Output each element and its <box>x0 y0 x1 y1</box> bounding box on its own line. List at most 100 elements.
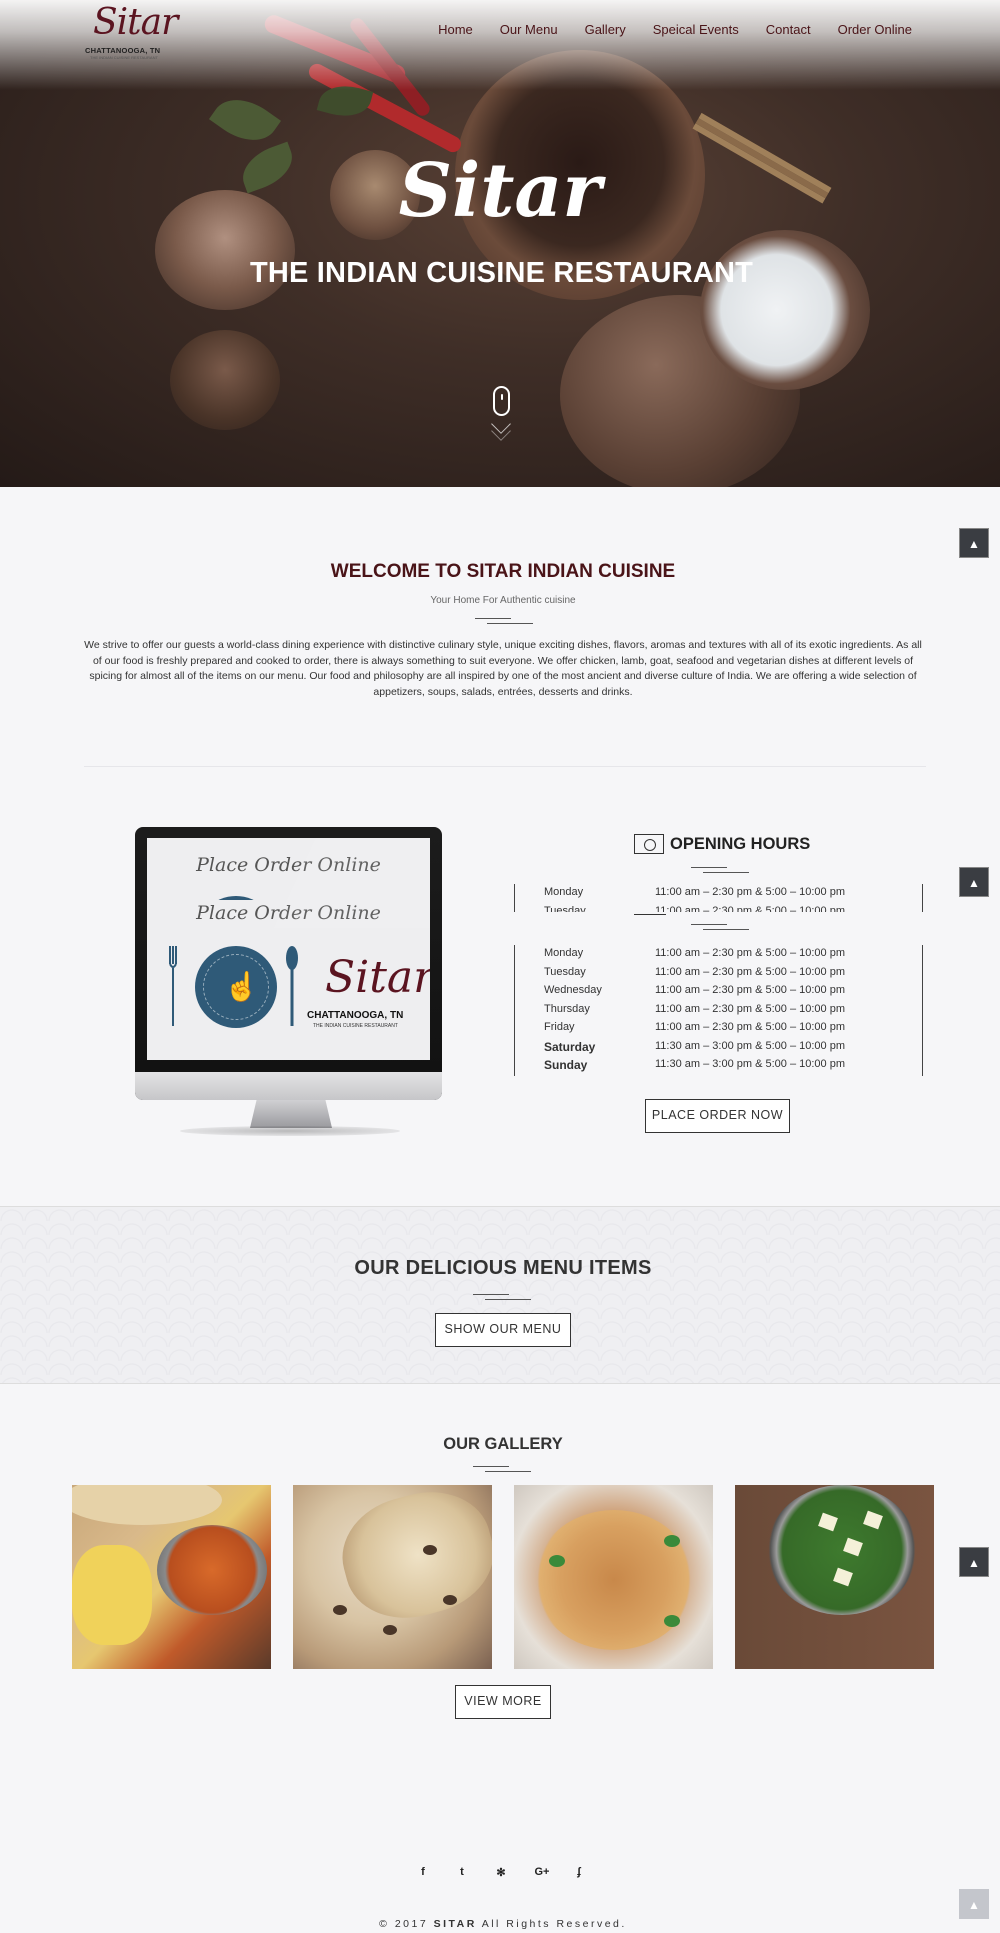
hours-time: 11:00 am – 2:30 pm & 5:00 – 10:00 pm <box>655 965 845 978</box>
naan-shape <box>72 1485 222 1525</box>
pot-shape <box>767 1485 917 1615</box>
arrow-up-icon: ▲ <box>968 537 980 551</box>
main-nav: Home Our Menu Gallery Speical Events Con… <box>411 22 912 37</box>
section-divider <box>473 1293 533 1301</box>
mouse-scroll-icon[interactable] <box>493 386 510 416</box>
hero-section: Sitar CHATTANOOGA, TN THE INDIAN CUISINE… <box>0 0 1000 487</box>
hours-row: Thursday 11:00 am – 2:30 pm & 5:00 – 10:0… <box>515 1003 922 1022</box>
menu-title: OUR DELICIOUS MENU ITEMS <box>354 1257 652 1279</box>
hours-row: Friday 11:00 am – 2:30 pm & 5:00 – 10:00 … <box>515 1021 922 1040</box>
section-divider <box>691 866 751 874</box>
hours-day: Wednesday <box>544 984 602 996</box>
logo-script: Sitar <box>93 2 178 43</box>
section-divider <box>473 1465 533 1473</box>
char-spot <box>383 1625 397 1635</box>
hours-row: Tuesday 11:00 am – 2:30 pm & 5:00 – 10:00… <box>515 966 922 985</box>
char-spot <box>333 1605 347 1615</box>
monitor-shadow <box>180 1126 400 1136</box>
hours-row: Wednesday 11:00 am – 2:30 pm & 5:00 – 10:… <box>515 984 922 1003</box>
hours-time: 11:30 am – 3:00 pm & 5:00 – 10:00 pm <box>655 1058 845 1070</box>
arrow-up-icon: ▲ <box>968 1898 980 1912</box>
hours-row: Monday 11:00 am – 2:30 pm & 5:00 – 10:00 … <box>515 947 922 966</box>
back-to-top-button[interactable]: ▲ <box>959 867 989 897</box>
hero-title: Sitar <box>398 148 602 234</box>
hours-day: Thursday <box>544 1002 590 1015</box>
logo-city: CHATTANOOGA, TN <box>85 46 161 55</box>
hours-day: Sunday <box>544 1058 588 1072</box>
order-online-monitor[interactable]: Place Order Online Place Order Online ☝ … <box>135 827 442 1100</box>
gallery-image-naan[interactable] <box>293 1485 492 1669</box>
site-logo[interactable]: Sitar CHATTANOOGA, TN THE INDIAN CUISINE… <box>83 2 178 60</box>
hours-row: Monday 11:00 am – 2:30 pm & 5:00 – 10:00 … <box>515 886 922 905</box>
facebook-icon[interactable]: f <box>415 1866 431 1878</box>
copyright-suffix: All Rights Reserved. <box>481 1918 627 1930</box>
divider-line <box>84 766 926 767</box>
hours-day: Friday <box>544 1021 575 1033</box>
hours-day: Tuesday <box>544 904 586 913</box>
hours-time: 11:00 am – 2:30 pm & 5:00 – 10:00 pm <box>655 947 845 959</box>
gallery-image-palak-paneer[interactable] <box>735 1485 934 1669</box>
section-divider <box>475 617 535 625</box>
gallery-image-rice-curry[interactable] <box>72 1485 271 1669</box>
hours-time: 11:00 am – 2:30 pm & 5:00 – 10:00 pm <box>655 1021 845 1033</box>
restaurant-logo: Sitar CHATTANOOGA, TN THE INDIAN CUISINE… <box>307 952 430 1032</box>
hours-table: Monday 11:00 am – 2:30 pm & 5:00 – 10:00 … <box>514 945 923 1076</box>
back-to-top-button[interactable]: ▲ <box>959 1889 989 1919</box>
twitter-icon[interactable]: t <box>454 1866 470 1878</box>
opening-hours-title: OPENING HOURS <box>670 835 811 853</box>
herb-shape <box>549 1555 565 1567</box>
coconut-half-image <box>700 230 870 390</box>
clock-icon <box>634 834 664 854</box>
monitor-stand <box>250 1100 332 1128</box>
plate-icon: ☝ <box>195 946 277 1028</box>
welcome-title: WELCOME TO SITAR INDIAN CUISINE <box>330 561 676 582</box>
hours-time: 11:30 am – 3:00 pm & 5:00 – 10:00 pm <box>655 1039 845 1052</box>
herb-shape <box>664 1615 680 1627</box>
nav-gallery[interactable]: Gallery <box>585 22 626 37</box>
hours-time: 11:00 am – 2:30 pm & 5:00 – 10:00 pm <box>655 984 845 996</box>
hours-time: 11:00 am – 2:30 pm & 5:00 – 10:00 pm <box>655 1002 845 1015</box>
view-more-button[interactable]: VIEW MORE <box>455 1685 551 1719</box>
char-spot <box>443 1595 457 1605</box>
hero-subtitle: THE INDIAN CUISINE RESTAURANT <box>249 257 754 289</box>
place-order-button[interactable]: PLACE ORDER NOW <box>645 1099 790 1133</box>
hours-day: Monday <box>544 947 584 959</box>
gallery-title: OUR GALLERY <box>443 1435 563 1453</box>
logo-tagline: THE INDIAN CUISINE RESTAURANT <box>90 55 158 60</box>
hours-day: Tuesday <box>544 965 586 978</box>
mushroom-image <box>170 330 280 430</box>
nav-order-online[interactable]: Order Online <box>838 22 912 37</box>
gallery-image-biryani[interactable] <box>514 1485 713 1669</box>
foursquare-icon[interactable]: ʄ <box>571 1866 587 1878</box>
hours-day: Monday <box>544 886 584 898</box>
hours-row: Sunday 11:30 am – 3:00 pm & 5:00 – 10:00 … <box>515 1058 922 1077</box>
monitor-chin <box>135 1072 442 1100</box>
rice-shape <box>72 1545 152 1645</box>
nav-home[interactable]: Home <box>438 22 473 37</box>
copyright-prefix: © 2017 <box>379 1918 429 1930</box>
hours-time: 11:00 am – 2:30 pm & 5:00 – 10:00 pm <box>655 886 845 898</box>
char-spot <box>423 1545 437 1555</box>
nav-special-events[interactable]: Speical Events <box>653 22 739 37</box>
welcome-subtitle: Your Home For Authentic cuisine <box>430 595 576 606</box>
back-to-top-button[interactable]: ▲ <box>959 528 989 558</box>
back-to-top-button[interactable]: ▲ <box>959 1547 989 1577</box>
spoon-icon <box>285 946 299 1026</box>
hours-row: Saturday 11:30 am – 3:00 pm & 5:00 – 10:0… <box>515 1040 922 1059</box>
nav-contact[interactable]: Contact <box>766 22 811 37</box>
herb-shape <box>664 1535 680 1547</box>
screen-glare <box>273 838 430 928</box>
biryani-shape <box>534 1510 694 1650</box>
nav-our-menu[interactable]: Our Menu <box>500 22 558 37</box>
copyright-text: © 2017 SITAR All Rights Reserved. <box>0 1918 1000 1930</box>
copyright-brand: SITAR <box>433 1918 477 1930</box>
show-menu-button[interactable]: SHOW OUR MENU <box>435 1313 571 1347</box>
hours-time: 11:00 am – 2:30 pm & 5:00 – 10:00 pm <box>655 904 845 913</box>
hours-row: Tuesday 11:00 am – 2:30 pm & 5:00 – 10:00… <box>515 905 922 913</box>
welcome-text: We strive to offer our guests a world-cl… <box>84 639 922 698</box>
bread-shape <box>330 1485 492 1633</box>
divider-line <box>634 914 666 915</box>
google-plus-icon[interactable]: G+ <box>532 1866 552 1878</box>
yelp-icon[interactable]: ✻ <box>493 1866 509 1879</box>
curry-bowl-shape <box>157 1525 267 1615</box>
